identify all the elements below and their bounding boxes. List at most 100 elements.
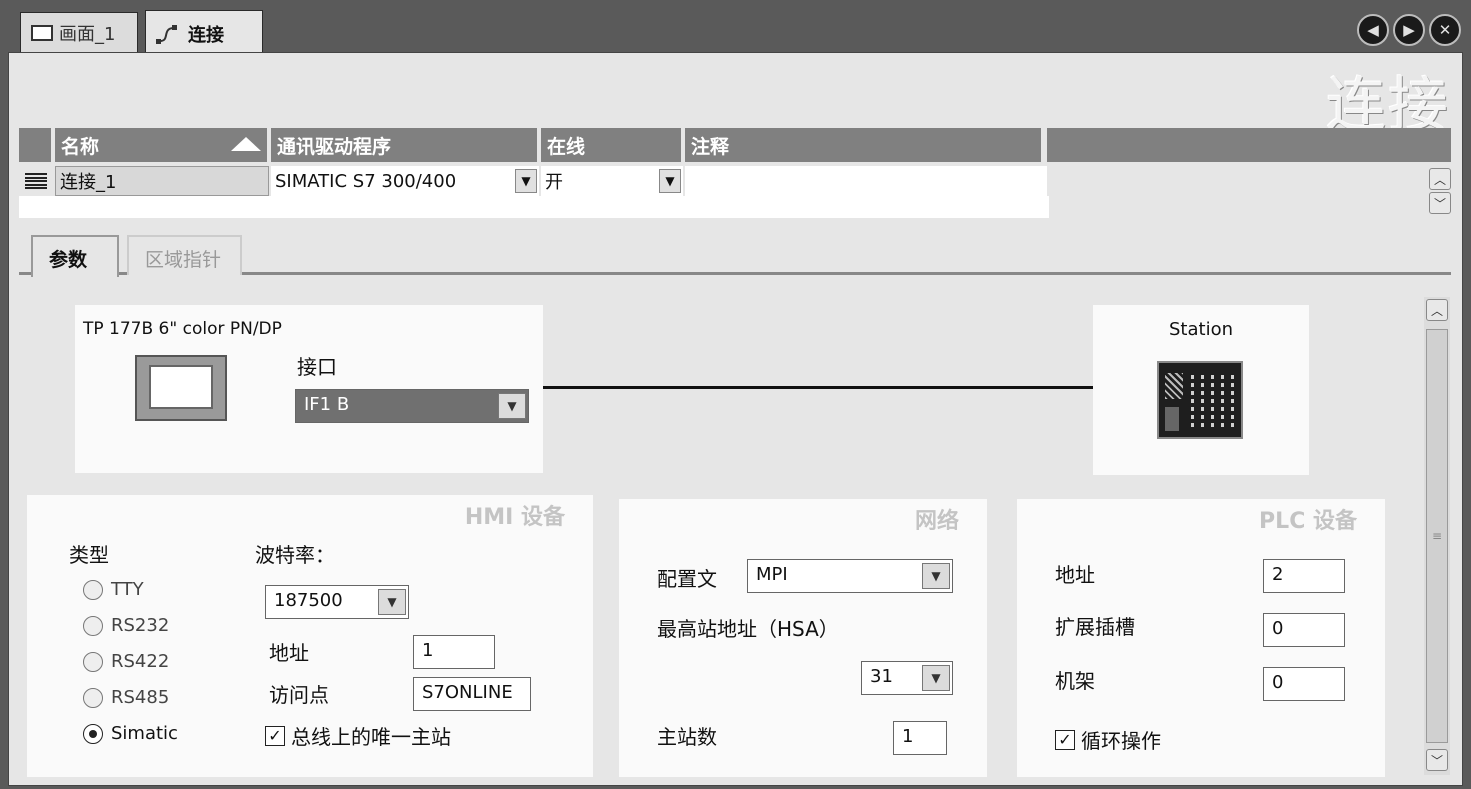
radio-icon: [83, 651, 103, 672]
masters-label: 主站数: [657, 725, 717, 749]
next-button[interactable]: ▶: [1393, 14, 1425, 46]
column-label: 在线: [547, 136, 586, 158]
hmi-settings-panel: HMI 设备 类型 TTY RS232 RS422 RS485 Simatic …: [27, 495, 593, 777]
close-icon: ✕: [1438, 21, 1452, 39]
radio-icon: [83, 615, 103, 636]
column-label: 通讯驱动程序: [277, 136, 392, 158]
left-arrow-icon: ◀: [1367, 21, 1379, 39]
hsa-label: 最高站地址（HSA）: [657, 617, 839, 641]
table-scroll-up-button[interactable]: ︿: [1429, 168, 1451, 190]
profile-label: 配置文: [657, 567, 717, 591]
table-empty-row[interactable]: [19, 196, 1049, 218]
right-arrow-icon: ▶: [1403, 21, 1415, 39]
previous-button[interactable]: ◀: [1357, 14, 1389, 46]
hsa-select[interactable]: 31 ▼: [861, 661, 953, 695]
chevron-up-icon: ︿: [1433, 172, 1446, 187]
network-settings-panel: 网络 配置文 MPI ▼ 最高站地址（HSA） 31 ▼ 主站数 1: [619, 499, 987, 777]
column-header-online[interactable]: 在线: [541, 128, 683, 162]
checkbox-label: 循环操作: [1081, 729, 1161, 753]
radio-rs485[interactable]: RS485: [83, 687, 169, 708]
network-panel-title: 网络: [914, 509, 959, 534]
cell-name[interactable]: 连接_1: [55, 166, 269, 196]
radio-icon: [83, 687, 103, 708]
baud-rate-select[interactable]: 187500 ▼: [265, 585, 409, 619]
chevron-down-icon[interactable]: ▼: [498, 393, 526, 419]
select-value: MPI: [756, 564, 788, 585]
properties-scrollbar[interactable]: ︿ ≡ ﹀: [1424, 297, 1450, 775]
row-selector[interactable]: [19, 166, 53, 196]
interface-label: 接口: [297, 355, 337, 379]
checkbox-label: 总线上的唯一主站: [291, 725, 451, 749]
slot-label: 扩展插槽: [1055, 615, 1135, 639]
radio-label: TTY: [111, 579, 144, 600]
hmi-address-input[interactable]: 1: [413, 635, 495, 669]
access-point-input[interactable]: S7ONLINE: [413, 677, 531, 711]
radio-rs232[interactable]: RS232: [83, 615, 169, 636]
column-label: 名称: [61, 136, 100, 158]
hmi-address-label: 地址: [269, 641, 309, 665]
grip-icon: ≡: [1431, 529, 1443, 543]
profile-select[interactable]: MPI ▼: [747, 559, 953, 593]
plc-station-icon: [1157, 361, 1243, 439]
plc-address-input[interactable]: 2: [1263, 559, 1345, 593]
cell-online[interactable]: 开 ▼: [541, 166, 683, 196]
properties-tab-bar: 参数 区域指针: [19, 233, 1451, 277]
dropdown-arrow-icon[interactable]: ▼: [515, 169, 537, 193]
cell-comment[interactable]: [685, 166, 1047, 196]
connection-icon: [156, 23, 178, 45]
hmi-device-model: TP 177B 6" color PN/DP: [83, 319, 282, 339]
row-header-corner: [19, 128, 53, 162]
radio-icon: [83, 579, 103, 600]
cyclic-operation-checkbox[interactable]: ✓ 循环操作: [1055, 725, 1161, 754]
radio-label: RS485: [111, 687, 170, 708]
column-header-name[interactable]: 名称: [55, 128, 269, 162]
only-master-checkbox[interactable]: ✓ 总线上的唯一主站: [265, 721, 451, 750]
window-nav-buttons: ◀ ▶ ✕: [1357, 14, 1461, 46]
chevron-down-icon[interactable]: ▼: [378, 589, 406, 615]
table-row[interactable]: 连接_1 SIMATIC S7 300/400 ▼ 开 ▼: [19, 166, 1451, 196]
chevron-down-icon[interactable]: ▼: [922, 563, 950, 589]
station-box: Station: [1093, 305, 1309, 475]
dropdown-arrow-icon[interactable]: ▼: [659, 169, 681, 193]
chevron-up-icon: ︿: [1430, 303, 1443, 318]
select-value: 31: [870, 666, 893, 687]
doc-tab-label: 画面_1: [59, 23, 116, 45]
plc-settings-panel: PLC 设备 地址 2 扩展插槽 0 机架 0 ✓ 循环操作: [1017, 499, 1385, 777]
baud-rate-label: 波特率：: [255, 543, 335, 567]
hmi-panel-title: HMI 设备: [464, 505, 565, 530]
radio-selected-icon: [83, 723, 103, 744]
rack-input[interactable]: 0: [1263, 667, 1345, 701]
radio-rs422[interactable]: RS422: [83, 651, 169, 672]
document-tab-bar: 画面_1 连接 ◀ ▶ ✕: [0, 0, 1471, 56]
tab-parameters[interactable]: 参数: [31, 235, 119, 277]
column-header-driver[interactable]: 通讯驱动程序: [271, 128, 539, 162]
cell-text: 开: [545, 172, 563, 193]
doc-tab-connections[interactable]: 连接: [145, 10, 263, 56]
connections-editor: 连接 名称 通讯驱动程序 在线 注释 连接_1 SIMATIC S7 300/4…: [8, 52, 1463, 786]
column-label: 注释: [691, 136, 730, 158]
chevron-down-icon[interactable]: ▼: [922, 665, 950, 691]
doc-tab-label: 连接: [188, 24, 224, 46]
radio-simatic[interactable]: Simatic: [83, 723, 178, 744]
doc-tab-screen-1[interactable]: 画面_1: [20, 12, 138, 52]
select-value: IF1 B: [304, 394, 350, 415]
cell-driver[interactable]: SIMATIC S7 300/400 ▼: [271, 166, 539, 196]
column-header-comment[interactable]: 注释: [685, 128, 1043, 162]
select-value: 187500: [274, 590, 343, 611]
table-scroll-down-button[interactable]: ﹀: [1429, 192, 1451, 214]
tab-area-pointer[interactable]: 区域指针: [127, 235, 242, 275]
scroll-up-button[interactable]: ︿: [1426, 299, 1448, 321]
rack-label: 机架: [1055, 669, 1095, 693]
slot-input[interactable]: 0: [1263, 613, 1345, 647]
connection-line: [543, 386, 1093, 389]
scroll-thumb[interactable]: ≡: [1426, 329, 1448, 743]
radio-tty[interactable]: TTY: [83, 579, 144, 600]
hmi-panel-icon: [135, 355, 227, 421]
chevron-down-icon: ﹀: [1433, 196, 1446, 211]
masters-input[interactable]: 1: [893, 721, 947, 755]
column-header-empty: [1047, 128, 1451, 162]
interface-select[interactable]: IF1 B ▼: [295, 389, 529, 423]
close-button[interactable]: ✕: [1429, 14, 1461, 46]
type-label: 类型: [69, 543, 109, 567]
scroll-down-button[interactable]: ﹀: [1426, 749, 1448, 771]
